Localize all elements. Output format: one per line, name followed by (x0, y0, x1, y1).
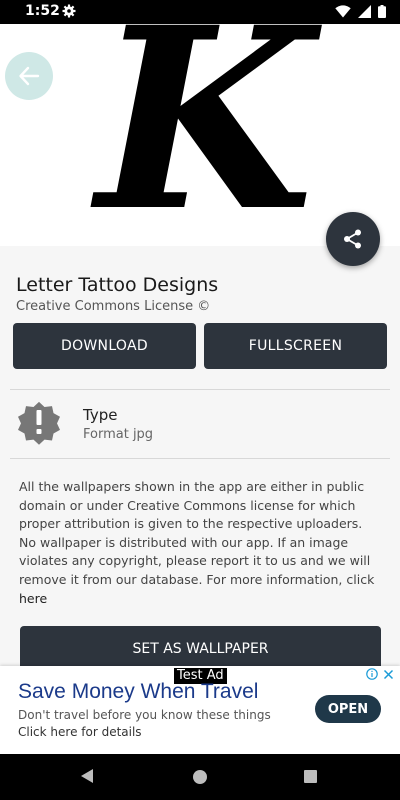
divider (10, 389, 390, 390)
wallpaper-title: Letter Tattoo Designs (16, 274, 219, 296)
ad-banner[interactable]: Test Ad Save Money When Travel Don't tra… (0, 666, 400, 754)
system-nav-bar (0, 754, 400, 800)
more-info-link[interactable]: here (19, 591, 47, 606)
ad-title[interactable]: Save Money When Travel (18, 680, 258, 704)
detail-panel: Letter Tattoo Designs Creative Commons L… (0, 246, 400, 672)
signal-icon (358, 5, 371, 18)
alert-badge-icon (18, 401, 60, 445)
back-icon[interactable] (80, 768, 94, 784)
home-icon[interactable] (193, 770, 207, 784)
action-buttons: DOWNLOAD FULLSCREEN (13, 323, 387, 369)
copyright-info: All the wallpapers shown in the app are … (19, 478, 383, 608)
close-icon[interactable] (383, 669, 394, 680)
share-icon (344, 229, 361, 249)
letter-k-image: K (96, 24, 314, 246)
fullscreen-button[interactable]: FULLSCREEN (204, 323, 387, 369)
back-button[interactable] (5, 52, 53, 100)
download-button[interactable]: DOWNLOAD (13, 323, 196, 369)
battery-icon (378, 5, 386, 18)
ad-choices[interactable] (366, 668, 394, 680)
divider (10, 458, 390, 459)
recents-icon[interactable] (304, 770, 317, 783)
type-value: Format jpg (83, 427, 154, 442)
wallpaper-preview[interactable]: K (0, 24, 400, 246)
share-button[interactable] (326, 212, 380, 266)
wifi-icon (335, 5, 351, 18)
gear-icon (62, 4, 76, 18)
copyright-info-text: All the wallpapers shown in the app are … (19, 479, 375, 587)
type-label: Type (83, 406, 118, 424)
status-bar: 1:52 (0, 0, 400, 24)
license-text: Creative Commons License © (16, 299, 211, 314)
ad-description: Don't travel before you know these thing… (18, 708, 271, 722)
arrow-left-icon (19, 66, 40, 86)
ad-open-button[interactable]: OPEN (315, 695, 381, 723)
info-icon[interactable] (366, 668, 378, 680)
ad-details-link[interactable]: Click here for details (18, 725, 142, 739)
status-time: 1:52 (25, 3, 60, 19)
